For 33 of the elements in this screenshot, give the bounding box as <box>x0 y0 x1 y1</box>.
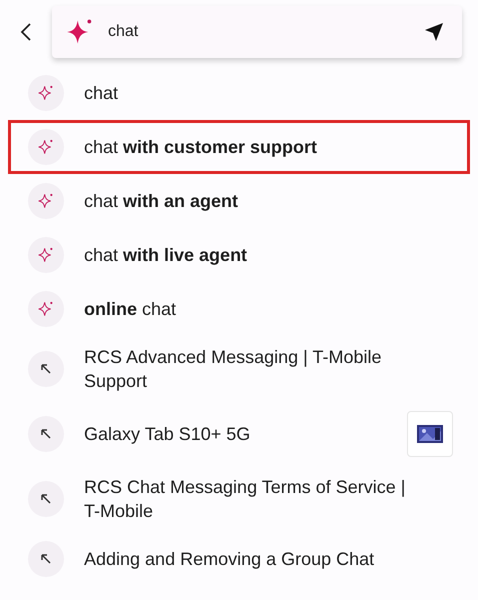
sparkle-icon <box>38 247 54 263</box>
sparkle-icon <box>38 301 54 317</box>
suggestion-text: chat <box>84 82 120 105</box>
suggestion-item[interactable]: RCS Advanced Messaging | T-Mobile Support <box>8 336 470 402</box>
sparkle-icon <box>38 193 54 209</box>
suggestion-text: chat with customer support <box>84 136 318 159</box>
arrow-icon <box>40 493 52 505</box>
sparkle-icon <box>66 18 94 46</box>
back-icon <box>20 23 32 41</box>
suggestion-item[interactable]: chat with live agent <box>8 228 470 282</box>
suggestion-text: chat with an agent <box>84 190 240 213</box>
suggestion-item[interactable]: chat with an agent <box>8 174 470 228</box>
suggestion-item[interactable]: online chat <box>8 282 470 336</box>
send-button[interactable] <box>424 22 444 42</box>
sparkle-icon <box>38 139 54 155</box>
suggestion-text: RCS Advanced Messaging | T-Mobile Support <box>84 346 382 393</box>
arrow-icon <box>40 363 52 375</box>
suggestion-item[interactable]: Galaxy Tab S10+ 5G <box>8 402 470 466</box>
suggestion-text: chat with live agent <box>84 244 248 267</box>
suggestion-item[interactable]: chat with customer support <box>8 120 470 174</box>
suggestion-text: Galaxy Tab S10+ 5G <box>84 423 252 446</box>
sparkle-icon <box>38 85 54 101</box>
suggestion-text: Adding and Removing a Group Chat <box>84 548 376 571</box>
search-input[interactable]: chat <box>108 23 410 41</box>
suggestion-item[interactable]: Adding and Removing a Group Chat <box>8 532 470 586</box>
arrow-icon <box>40 428 52 440</box>
suggestion-text: RCS Chat Messaging Terms of Service | T-Mobile <box>84 476 406 523</box>
arrow-icon <box>40 553 52 565</box>
suggestion-item[interactable]: chat <box>8 66 470 120</box>
search-field[interactable]: chat <box>52 6 462 58</box>
suggestion-item[interactable]: RCS Chat Messaging Terms of Service | T-Mobile <box>8 466 470 532</box>
send-icon <box>424 22 444 42</box>
suggestion-text: online chat <box>84 298 178 321</box>
